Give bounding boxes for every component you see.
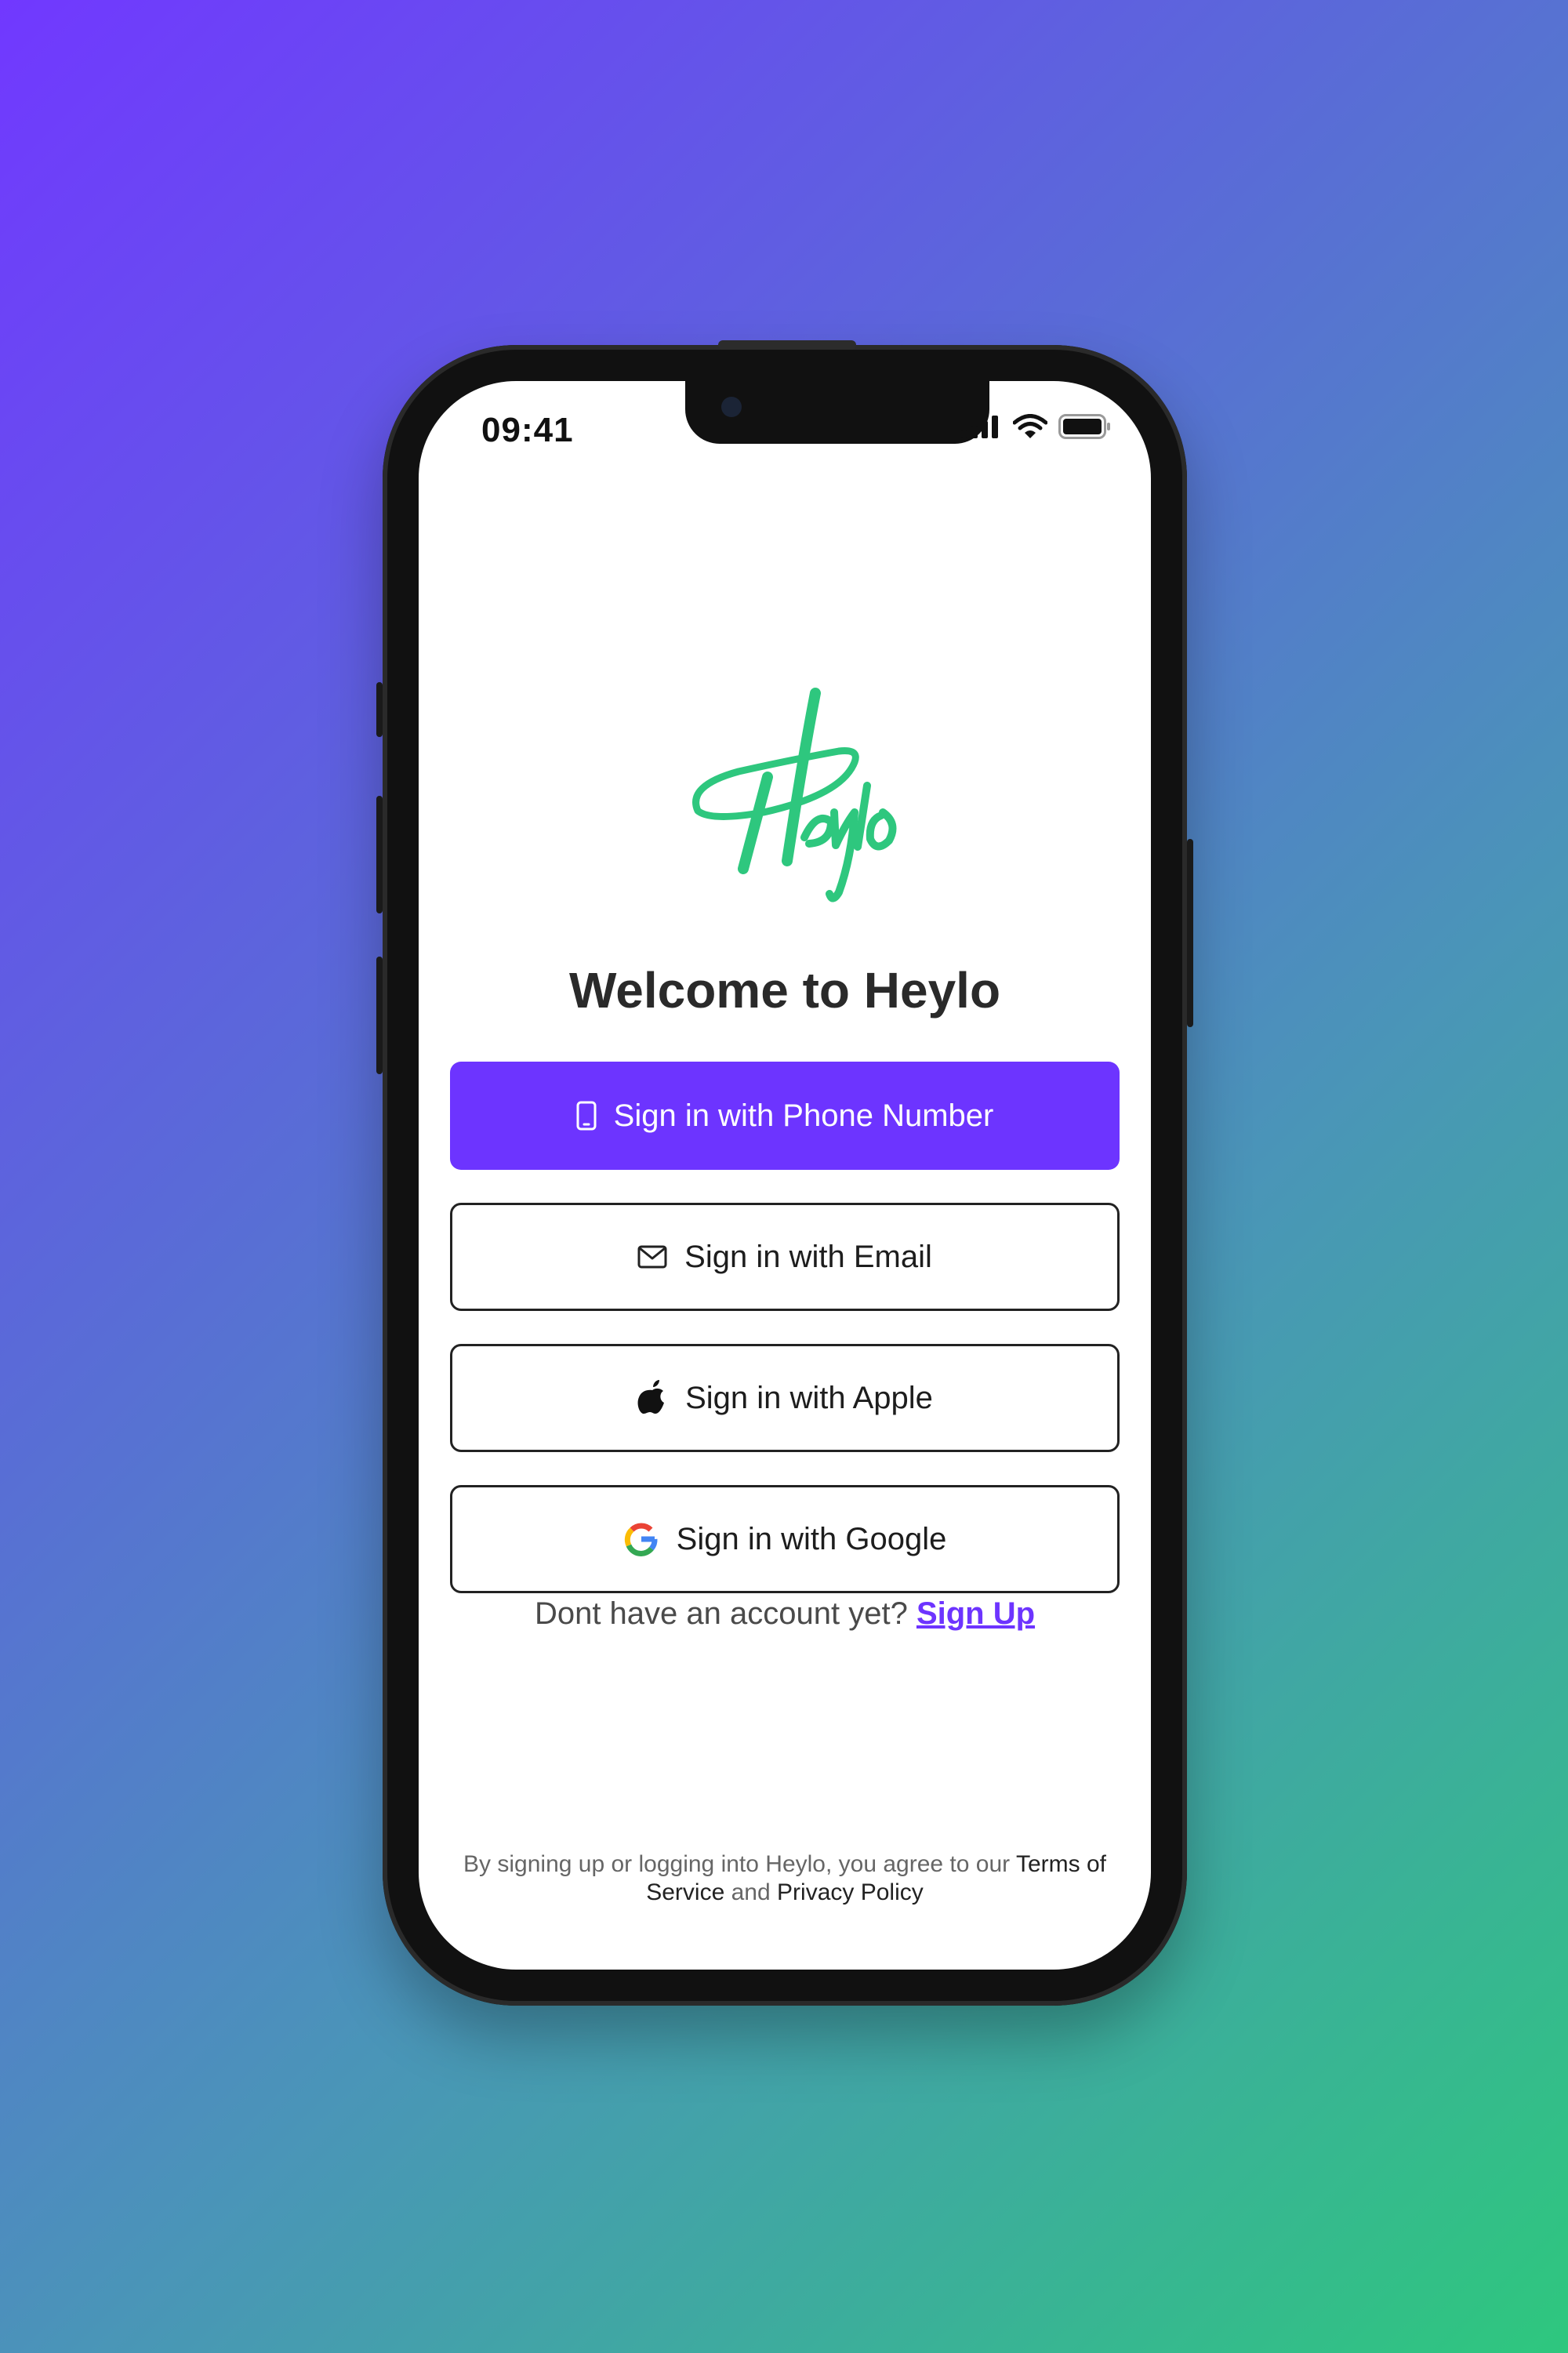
sign-in-google-label: Sign in with Google bbox=[676, 1521, 947, 1556]
signup-row: Dont have an account yet? Sign Up bbox=[419, 1596, 1151, 1632]
front-camera bbox=[721, 397, 742, 417]
sign-in-apple-label: Sign in with Apple bbox=[685, 1380, 933, 1415]
welcome-title: Welcome to Heylo bbox=[568, 962, 1001, 1019]
sign-in-apple-button[interactable]: Sign in with Apple bbox=[450, 1344, 1120, 1452]
speaker-grille bbox=[718, 340, 856, 350]
app-screen: 09:41 Welcome to Heylo Sign in with Phon… bbox=[419, 381, 1151, 1970]
phone-icon bbox=[576, 1101, 597, 1131]
mail-icon bbox=[637, 1245, 667, 1269]
sign-in-email-label: Sign in with Email bbox=[684, 1239, 932, 1274]
sign-in-email-button[interactable]: Sign in with Email bbox=[450, 1203, 1120, 1311]
side-button-mute bbox=[376, 682, 383, 737]
side-button-power bbox=[1187, 839, 1193, 1027]
heylo-logo bbox=[692, 688, 897, 902]
sign-in-phone-button[interactable]: Sign in with Phone Number bbox=[450, 1062, 1120, 1170]
legal-text: By signing up or logging into Heylo, you… bbox=[450, 1850, 1120, 1907]
signup-prompt: Dont have an account yet? bbox=[534, 1596, 908, 1631]
battery-icon bbox=[1058, 414, 1110, 439]
side-button-volume-up bbox=[376, 796, 383, 913]
google-icon bbox=[624, 1523, 658, 1556]
signal-icon bbox=[961, 416, 998, 438]
status-time: 09:41 bbox=[481, 411, 574, 449]
legal-prefix: By signing up or logging into Heylo, you… bbox=[463, 1851, 1011, 1877]
side-button-volume-down bbox=[376, 957, 383, 1074]
notch bbox=[685, 381, 989, 444]
sign-up-link[interactable]: Sign Up bbox=[916, 1596, 1035, 1631]
sign-in-phone-label: Sign in with Phone Number bbox=[613, 1098, 994, 1133]
phone-frame: 09:41 Welcome to Heylo Sign in with Phon… bbox=[376, 340, 1193, 2006]
legal-and: and bbox=[731, 1879, 771, 1905]
status-icons bbox=[961, 414, 1112, 439]
apple-icon bbox=[637, 1380, 665, 1414]
wifi-icon bbox=[1013, 414, 1047, 438]
sign-in-google-button[interactable]: Sign in with Google bbox=[450, 1485, 1120, 1593]
privacy-policy-link[interactable]: Privacy Policy bbox=[777, 1879, 924, 1905]
